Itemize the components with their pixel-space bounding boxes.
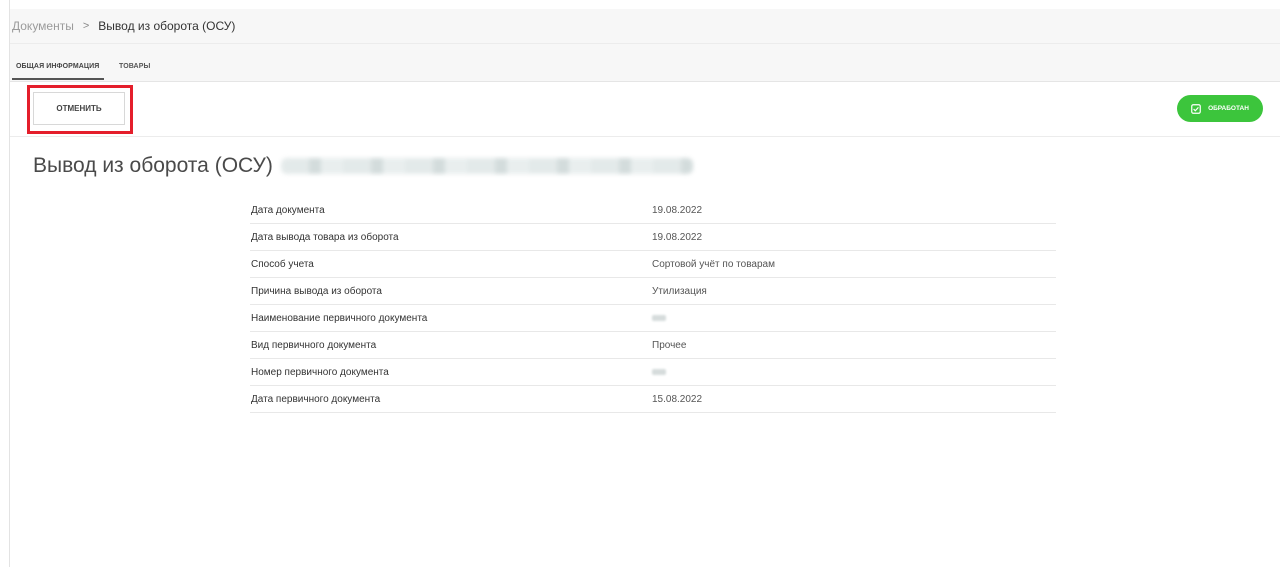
field-label: Дата вывода товара из оборота: [251, 232, 399, 243]
breadcrumb: Документы > Вывод из оборота (ОСУ): [10, 9, 1280, 44]
field-value: Утилизация: [652, 286, 707, 297]
breadcrumb-separator: >: [82, 20, 90, 32]
table-row: Наименование первичного документа: [250, 305, 1056, 332]
field-label: Наименование первичного документа: [251, 313, 428, 324]
field-label: Номер первичного документа: [251, 367, 389, 378]
field-label: Причина вывода из оборота: [251, 286, 382, 297]
breadcrumb-current: Вывод из оборота (ОСУ): [98, 19, 236, 33]
field-value: Сортовой учёт по товарам: [652, 259, 775, 270]
table-row: Вид первичного документа Прочее: [250, 332, 1056, 359]
table-row: Номер первичного документа: [250, 359, 1056, 386]
document-title: Вывод из оборота (ОСУ): [33, 154, 693, 178]
checkbox-icon: [1191, 103, 1201, 114]
document-info-table: Дата документа 19.08.2022 Дата вывода то…: [250, 197, 1056, 413]
active-tab-indicator: [12, 78, 104, 80]
redacted-value: [652, 369, 666, 375]
field-value: 19.08.2022: [652, 205, 703, 216]
document-title-text: Вывод из оборота (ОСУ): [33, 154, 273, 177]
table-row: Причина вывода из оборота Утилизация: [250, 278, 1056, 305]
tab-goods[interactable]: ТОВАРЫ: [119, 63, 150, 70]
cancel-button[interactable]: ОТМЕНИТЬ: [33, 92, 125, 125]
status-processed-button[interactable]: ОБРАБОТАН: [1177, 95, 1263, 122]
redacted-value: [652, 315, 666, 321]
document-id-blurred: [280, 158, 693, 174]
field-label: Дата первичного документа: [251, 394, 381, 405]
field-value: Прочее: [652, 340, 687, 351]
table-row: Способ учета Сортовой учёт по товарам: [250, 251, 1056, 278]
table-row: Дата вывода товара из оборота 19.08.2022: [250, 224, 1056, 251]
field-label: Дата документа: [251, 205, 325, 216]
tab-bar: ОБЩАЯ ИНФОРМАЦИЯ ТОВАРЫ: [10, 44, 1280, 82]
status-label: ОБРАБОТАН: [1208, 105, 1249, 112]
tab-general-info[interactable]: ОБЩАЯ ИНФОРМАЦИЯ: [16, 63, 99, 70]
breadcrumb-documents-link[interactable]: Документы: [12, 19, 74, 33]
table-row: Дата первичного документа 15.08.2022: [250, 386, 1056, 413]
field-label: Вид первичного документа: [251, 340, 377, 351]
field-value: 19.08.2022: [652, 232, 703, 243]
field-label: Способ учета: [251, 259, 314, 270]
field-value: 15.08.2022: [652, 394, 703, 405]
action-bar: ОТМЕНИТЬ ОБРАБОТАН: [10, 82, 1280, 137]
table-row: Дата документа 19.08.2022: [250, 197, 1056, 224]
